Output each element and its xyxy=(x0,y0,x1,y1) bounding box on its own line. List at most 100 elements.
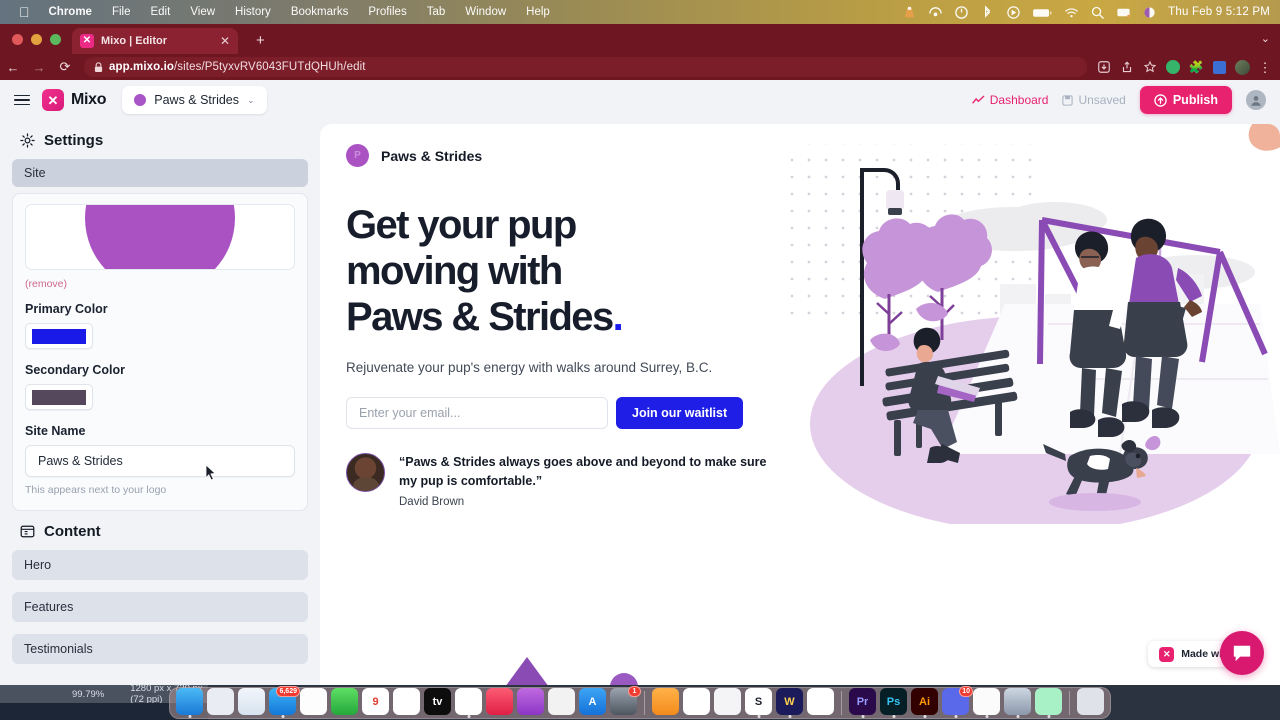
site-selector[interactable]: Paws & Strides ⌄ xyxy=(122,86,267,114)
chat-support-button[interactable] xyxy=(1220,631,1264,675)
new-tab-button[interactable]: + xyxy=(256,33,265,48)
install-app-icon[interactable] xyxy=(1097,60,1111,74)
display-icon[interactable] xyxy=(1006,5,1021,20)
extension-green-icon[interactable] xyxy=(1165,60,1180,74)
bookmark-star-icon[interactable] xyxy=(1143,60,1157,74)
menu-item-bookmarks[interactable]: Bookmarks xyxy=(281,0,359,24)
screen-sharing-icon[interactable] xyxy=(1116,5,1131,20)
dock-item-music[interactable] xyxy=(486,688,513,715)
extensions-puzzle-icon[interactable]: 🧩 xyxy=(1189,60,1204,74)
back-button[interactable]: ← xyxy=(0,56,26,78)
menu-bar-items:  Chrome File Edit View History Bookmark… xyxy=(0,0,560,24)
browser-tab[interactable]: ✕ Mixo | Editor ✕ xyxy=(72,28,238,54)
bluetooth-icon[interactable] xyxy=(980,4,995,20)
hero-title-period: . xyxy=(612,295,624,339)
macos-dock[interactable]: 6,629 9 tv A 1 S W Pr Ps Ai 10 xyxy=(169,686,1111,719)
share-icon[interactable] xyxy=(1120,60,1134,74)
maximize-window-button[interactable] xyxy=(50,34,61,45)
menu-bar-clock[interactable]: Thu Feb 9 5:12 PM xyxy=(1168,6,1270,18)
site-preview[interactable]: P Paws & Strides Get your pup moving wit… xyxy=(320,124,1280,685)
dock-item-app-store[interactable]: A xyxy=(579,688,606,715)
dock-item-facetime[interactable] xyxy=(331,688,358,715)
dock-item-reminders[interactable] xyxy=(393,688,420,715)
park-scene-illustration xyxy=(790,144,1280,532)
menu-item-help[interactable]: Help xyxy=(516,0,560,24)
join-waitlist-button[interactable]: Join our waitlist xyxy=(616,397,744,429)
dock-item-photos[interactable] xyxy=(300,688,327,715)
apple-menu-icon[interactable]:  xyxy=(10,0,39,24)
secondary-color-picker[interactable] xyxy=(25,384,93,410)
user-avatar[interactable] xyxy=(1246,90,1266,110)
publish-button-label: Publish xyxy=(1172,93,1218,107)
search-icon[interactable] xyxy=(1090,5,1105,20)
tab-search-chevron-icon[interactable]: ⌄ xyxy=(1261,32,1270,45)
dock-item-launchpad[interactable] xyxy=(207,688,234,715)
extension-blue-icon[interactable] xyxy=(1212,60,1226,74)
update-icon[interactable] xyxy=(954,5,969,20)
dock-item-safari[interactable] xyxy=(238,688,265,715)
menu-item-tab[interactable]: Tab xyxy=(417,0,456,24)
dropbox-icon[interactable] xyxy=(928,5,943,20)
dock-item-finder[interactable] xyxy=(176,688,203,718)
forward-button[interactable]: → xyxy=(26,56,52,78)
dock-item-illustrator[interactable]: Ai xyxy=(911,688,938,718)
chrome-profile-avatar[interactable] xyxy=(1234,59,1250,75)
address-bar[interactable]: app.mixo.io/sites/P5tyxvRV6043FUTdQHUh/e… xyxy=(84,57,1087,77)
dock-item-apple-tv[interactable]: tv xyxy=(424,688,451,715)
dock-item-sketch[interactable]: S xyxy=(745,688,772,718)
outlook-icon xyxy=(683,688,710,715)
content-item-hero[interactable]: Hero xyxy=(12,550,308,580)
menu-item-file[interactable]: File xyxy=(102,0,141,24)
battery-icon[interactable] xyxy=(1032,5,1053,20)
wifi-icon[interactable] xyxy=(1064,5,1079,20)
remove-logo-link[interactable]: (remove) xyxy=(25,278,67,290)
dock-item-discord[interactable]: 10 xyxy=(942,686,973,718)
hamburger-icon[interactable] xyxy=(14,94,30,106)
menu-item-view[interactable]: View xyxy=(180,0,225,24)
mixo-logo-mark-icon: ✕ xyxy=(42,89,64,111)
logo-preview[interactable] xyxy=(25,204,295,270)
email-input[interactable]: Enter your email... xyxy=(346,397,608,429)
dock-item-photoshop[interactable]: Ps xyxy=(880,688,907,718)
chrome-menu-icon[interactable]: ⋮ xyxy=(1259,61,1273,74)
dock-item-calendar[interactable]: 9 xyxy=(362,688,389,715)
vlc-icon[interactable] xyxy=(902,5,917,20)
dock-item-trash[interactable] xyxy=(1077,688,1104,715)
control-center-icon[interactable] xyxy=(1142,5,1157,20)
dock-item-preview[interactable] xyxy=(807,688,834,715)
menu-item-window[interactable]: Window xyxy=(455,0,516,24)
publish-button[interactable]: Publish xyxy=(1139,86,1232,114)
site-name-input[interactable]: Paws & Strides xyxy=(25,445,295,477)
dock-item-screenshot[interactable] xyxy=(1004,688,1031,718)
dock-item-system-settings[interactable]: 1 xyxy=(610,686,641,715)
content-item-testimonials[interactable]: Testimonials xyxy=(12,634,308,664)
close-window-button[interactable] xyxy=(12,34,23,45)
dock-item-cleanmymac[interactable] xyxy=(714,688,741,715)
menu-item-edit[interactable]: Edit xyxy=(140,0,180,24)
mixo-logo[interactable]: ✕ Mixo xyxy=(42,89,107,111)
dock-item-streamlabs[interactable] xyxy=(1035,688,1062,718)
primary-color-picker[interactable] xyxy=(25,323,93,349)
minimize-window-button[interactable] xyxy=(31,34,42,45)
dock-item-premiere-pro[interactable]: Pr xyxy=(849,688,876,718)
close-tab-icon[interactable]: ✕ xyxy=(220,35,230,47)
menu-item-history[interactable]: History xyxy=(225,0,281,24)
dock-item-vlc[interactable] xyxy=(548,688,575,715)
sidebar-tab-site[interactable]: Site xyxy=(12,159,308,187)
settings-sidebar[interactable]: Settings Site (remove) Primary Color Sec… xyxy=(0,120,320,685)
content-item-features[interactable]: Features xyxy=(12,592,308,622)
dock-item-mail[interactable]: 6,629 xyxy=(269,686,300,718)
dock-running-indicator xyxy=(923,715,926,718)
hero-section: Get your pup moving with Paws & Strides.… xyxy=(346,202,776,508)
menu-item-chrome[interactable]: Chrome xyxy=(39,0,102,24)
dock-item-chrome[interactable] xyxy=(455,688,482,718)
dock-item-wondershare[interactable]: W xyxy=(776,688,803,718)
dock-item-books[interactable] xyxy=(652,688,679,715)
reload-button[interactable]: ⟳ xyxy=(52,56,78,78)
dock-item-notes[interactable] xyxy=(973,688,1000,718)
dashboard-link[interactable]: Dashboard xyxy=(972,93,1048,107)
dock-item-podcasts[interactable] xyxy=(517,688,544,715)
dock-item-outlook[interactable] xyxy=(683,688,710,715)
photoshop-zoom-level[interactable]: 99.79% xyxy=(72,689,104,700)
menu-item-profiles[interactable]: Profiles xyxy=(358,0,416,24)
